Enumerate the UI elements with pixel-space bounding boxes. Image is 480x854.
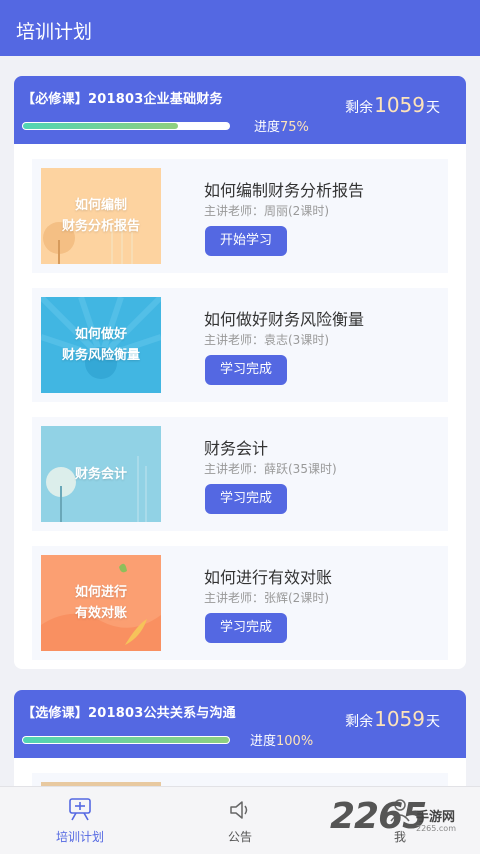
- lesson-title[interactable]: 如何进行有效对账: [204, 564, 332, 588]
- watermark-logo-text: 手游网: [416, 810, 456, 825]
- lesson-teacher: 主讲老师：薛跃(35课时): [204, 462, 337, 476]
- remaining-days: 剩余1059天: [345, 707, 440, 731]
- study-complete-button[interactable]: 学习完成: [205, 355, 287, 385]
- course-title: 【选修课】201803公共关系与沟通: [22, 706, 236, 721]
- speaker-icon: [230, 801, 248, 819]
- lesson-item[interactable]: 如何做好 财务风险衡量 如何做好财务风险衡量 主讲老师：袁志(3课时) 学习完成: [32, 288, 448, 402]
- remaining-days: 剩余1059天: [345, 93, 440, 117]
- app-header: 培训计划: [0, 0, 480, 56]
- tab-label: 公告: [227, 830, 252, 844]
- lesson-thumbnail[interactable]: 财务会计: [41, 426, 161, 522]
- course-title: 【必修课】201803企业基础财务: [22, 92, 223, 107]
- watermark-url: 2265.com: [416, 824, 456, 833]
- lesson-thumbnail[interactable]: 如何进行 有效对账: [41, 555, 161, 651]
- study-complete-button[interactable]: 学习完成: [205, 484, 287, 514]
- lesson-item[interactable]: 如何进行 有效对账 如何进行有效对账 主讲老师：张辉(2课时) 学习完成: [32, 546, 448, 660]
- plan-icon: [69, 798, 91, 821]
- progress-bar-fill: [23, 123, 178, 129]
- lesson-item[interactable]: 如何编制 财务分析报告 如何编制财务分析报告 主讲老师：周丽(2课时) 开始学习: [32, 159, 448, 273]
- progress-text: 进度100%: [250, 734, 314, 749]
- course-card: 【必修课】201803企业基础财务 剩余1059天 进度75% 如何编制 财务分…: [14, 76, 466, 669]
- progress-percent: 100%: [276, 734, 314, 749]
- progress-bar: [22, 122, 230, 130]
- lesson-title[interactable]: 财务会计: [204, 435, 268, 459]
- course-card-header: 【选修课】201803公共关系与沟通 剩余1059天 进度100%: [14, 690, 466, 758]
- site-watermark: 2265 手游网 2265.com: [330, 796, 480, 846]
- course-card: 【选修课】201803公共关系与沟通 剩余1059天 进度100%: [14, 690, 466, 786]
- lesson-teacher: 主讲老师：周丽(2课时): [204, 204, 329, 218]
- page-title: 培训计划: [16, 21, 93, 43]
- lesson-thumbnail[interactable]: 如何做好 财务风险衡量: [41, 297, 161, 393]
- lesson-title[interactable]: 如何编制财务分析报告: [204, 177, 364, 201]
- course-list[interactable]: 【必修课】201803企业基础财务 剩余1059天 进度75% 如何编制 财务分…: [0, 56, 480, 786]
- start-study-button[interactable]: 开始学习: [205, 226, 287, 256]
- watermark-logo-number: 2265: [330, 796, 427, 837]
- remaining-days-value: 1059: [374, 93, 425, 117]
- progress-bar-fill: [23, 737, 229, 743]
- tab-label: 培训计划: [55, 830, 104, 844]
- progress-bar: [22, 736, 230, 744]
- study-complete-button[interactable]: 学习完成: [205, 613, 287, 643]
- course-card-header: 【必修课】201803企业基础财务 剩余1059天 进度75%: [14, 76, 466, 144]
- lesson-item[interactable]: [32, 773, 448, 786]
- lesson-teacher: 主讲老师：张辉(2课时): [204, 591, 329, 605]
- remaining-days-value: 1059: [374, 707, 425, 731]
- tab-announcement[interactable]: 公告: [160, 787, 320, 854]
- progress-text: 进度75%: [254, 120, 309, 135]
- lesson-thumbnail[interactable]: 如何编制 财务分析报告: [41, 168, 161, 264]
- lesson-title[interactable]: 如何做好财务风险衡量: [204, 306, 364, 330]
- lesson-item[interactable]: 财务会计 财务会计 主讲老师：薛跃(35课时) 学习完成: [32, 417, 448, 531]
- lesson-teacher: 主讲老师：袁志(3课时): [204, 333, 329, 347]
- progress-percent: 75%: [280, 120, 309, 135]
- tab-training-plan[interactable]: 培训计划: [0, 787, 160, 854]
